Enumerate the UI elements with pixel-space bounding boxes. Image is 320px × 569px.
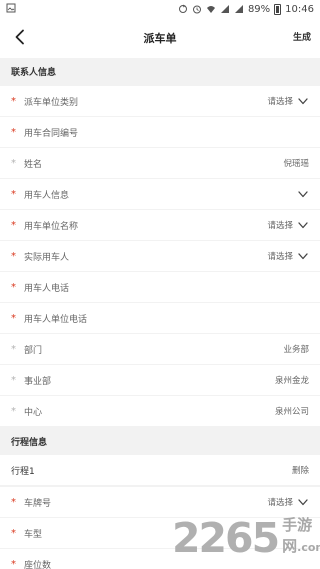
required-marker: * <box>11 312 16 324</box>
signal-icon-2 <box>234 5 243 13</box>
field-label: 车牌号 <box>24 498 52 509</box>
field-label: 用车人电话 <box>24 283 70 294</box>
back-button[interactable] <box>9 26 31 48</box>
field-value[interactable]: 倪瑶瑶 <box>283 157 309 169</box>
chevron-down-icon[interactable] <box>297 250 309 262</box>
form-row[interactable]: * 部门 业务部 <box>0 334 320 364</box>
form-row[interactable]: * 用车人单位电话 <box>0 303 320 333</box>
section-trip-info: 行程信息 <box>0 428 320 454</box>
form-row[interactable]: * 中心 泉州公司 <box>0 396 320 426</box>
form-row[interactable]: * 用车人电话 <box>0 272 320 302</box>
chevron-down-icon[interactable] <box>297 188 309 200</box>
delete-trip-button[interactable]: 删除 <box>292 464 309 476</box>
form-row[interactable]: * 实际用车人 请选择 <box>0 241 320 271</box>
optional-marker: * <box>11 157 16 169</box>
field-label: 用车人信息 <box>24 190 70 201</box>
select-value[interactable]: 请选择 <box>267 250 293 262</box>
field-label: 部门 <box>24 345 43 356</box>
field-value[interactable]: 泉州公司 <box>275 405 309 417</box>
field-label: 用车单位名称 <box>24 221 79 232</box>
field-value[interactable]: 业务部 <box>283 343 309 355</box>
status-left <box>6 3 178 16</box>
field-label: 用车人单位电话 <box>24 314 88 325</box>
required-marker: * <box>11 126 16 138</box>
clock: 10:46 <box>285 3 314 15</box>
required-marker: * <box>11 95 16 107</box>
page-title: 派车单 <box>143 32 177 45</box>
field-label: 事业部 <box>24 376 52 387</box>
battery-icon <box>274 3 282 15</box>
field-label: 用车合同编号 <box>24 128 79 139</box>
form-row[interactable]: * 用车单位名称 请选择 <box>0 210 320 240</box>
required-marker: * <box>11 188 16 200</box>
trip-header-row: 行程1 删除 <box>0 455 320 485</box>
status-bar: 89% 10:46 <box>0 0 320 18</box>
optional-marker: * <box>11 374 16 386</box>
alarm-icon <box>192 5 201 14</box>
form-row[interactable]: * 车牌号 请选择 <box>0 487 320 517</box>
watermark-text-block: 手游网.com <box>282 514 320 556</box>
navigation-bar: 派车单 生成 <box>0 18 320 58</box>
form-row[interactable]: * 姓名 倪瑶瑶 <box>0 148 320 178</box>
select-value[interactable]: 请选择 <box>267 95 293 107</box>
chevron-left-icon <box>15 29 24 45</box>
watermark: 2265 手游网.com <box>172 514 320 562</box>
select-value[interactable]: 请选择 <box>267 496 293 508</box>
image-icon <box>6 3 16 12</box>
sync-icon <box>178 4 187 13</box>
chevron-down-icon[interactable] <box>297 219 309 231</box>
required-marker: * <box>11 558 16 569</box>
status-right: 89% 10:46 <box>178 3 314 15</box>
required-marker: * <box>11 281 16 293</box>
field-value[interactable]: 泉州金龙 <box>275 374 309 386</box>
field-label: 姓名 <box>24 159 43 170</box>
select-value[interactable]: 请选择 <box>267 219 293 231</box>
required-marker: * <box>11 527 16 539</box>
signal-icon <box>220 5 229 13</box>
generate-button[interactable]: 生成 <box>293 30 311 43</box>
watermark-number: 2265 <box>172 514 280 562</box>
watermark-suffix: .com <box>297 541 320 554</box>
required-marker: * <box>11 496 16 508</box>
field-label: 派车单位类别 <box>24 97 79 108</box>
optional-marker: * <box>11 405 16 417</box>
field-label: 实际用车人 <box>24 252 70 263</box>
trip-name: 行程1 <box>11 466 35 477</box>
optional-marker: * <box>11 343 16 355</box>
form-row[interactable]: * 用车合同编号 <box>0 117 320 147</box>
field-label: 中心 <box>24 407 43 418</box>
form-row[interactable]: * 派车单位类别 请选择 <box>0 86 320 116</box>
section-contact-info: 联系人信息 <box>0 58 320 84</box>
form-row[interactable]: * 事业部 泉州金龙 <box>0 365 320 395</box>
required-marker: * <box>11 219 16 231</box>
battery-percent: 89% <box>247 3 271 15</box>
required-marker: * <box>11 250 16 262</box>
chevron-down-icon[interactable] <box>297 496 309 508</box>
chevron-down-icon[interactable] <box>297 95 309 107</box>
form-row[interactable]: * 用车人信息 <box>0 179 320 209</box>
wifi-icon <box>206 6 215 13</box>
